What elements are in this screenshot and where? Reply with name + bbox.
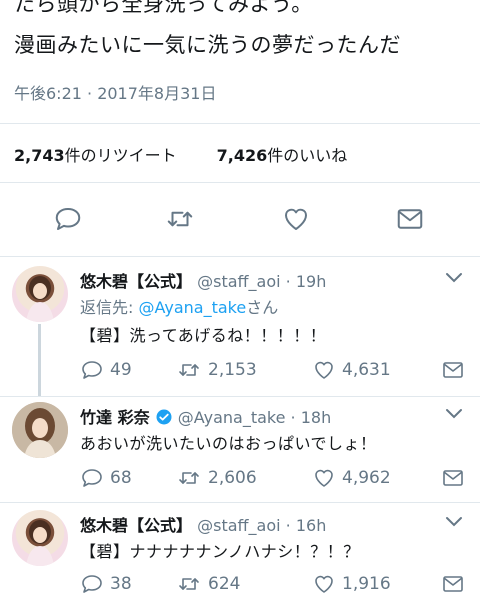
reply-header: 悠木碧【公式】 @staff_aoi · 19h	[80, 268, 326, 292]
retweet-stat[interactable]: 2,743件のリツイート	[14, 146, 177, 165]
divider	[0, 502, 480, 503]
like-count: 4,631	[342, 360, 391, 380]
handle-and-time: @staff_aoi · 16h	[197, 516, 327, 535]
like-button[interactable]: 1,916	[312, 572, 391, 596]
tweet-text-line-2: 漫画みたいに一気に洗うの夢だったんだ	[14, 33, 401, 57]
reply-icon	[82, 469, 102, 487]
chevron-down-icon	[446, 517, 462, 527]
retweet-count: 2,743	[14, 146, 65, 165]
envelope-icon	[397, 209, 423, 229]
reply-button[interactable]	[48, 199, 88, 239]
verified-badge-icon	[156, 409, 172, 425]
envelope-icon	[443, 576, 463, 592]
replying-suffix: さん	[246, 298, 279, 317]
thread-line	[38, 324, 41, 396]
retweet-button[interactable]: 2,153	[176, 358, 257, 382]
reply-button[interactable]: 38	[80, 572, 132, 596]
reply-count: 38	[110, 574, 132, 594]
chevron-down-icon	[446, 409, 462, 419]
replying-prefix: 返信先:	[80, 298, 139, 317]
reply-header: 竹達 彩奈 @Ayana_take · 18h	[80, 404, 331, 428]
handle-and-time: @staff_aoi · 19h	[197, 272, 327, 291]
avatar[interactable]	[12, 510, 68, 566]
like-count: 7,426	[216, 146, 268, 165]
retweet-icon	[179, 472, 199, 484]
tweet-timestamp[interactable]: 午後6:21 · 2017年8月31日	[14, 80, 216, 104]
display-name[interactable]: 悠木碧【公式】	[80, 272, 192, 291]
divider	[0, 182, 480, 183]
like-count: 4,962	[342, 468, 391, 488]
like-button[interactable]: 4,962	[312, 466, 391, 490]
avatar-image	[12, 402, 68, 458]
retweet-icon	[179, 578, 199, 590]
retweet-count: 2,606	[208, 468, 257, 488]
like-count: 1,916	[342, 574, 391, 594]
tweet-stats: 2,743件のリツイート 7,426件のいいね	[14, 142, 347, 166]
reply-text: 【碧】洗ってあげるね！！！！！	[80, 326, 327, 345]
envelope-icon	[443, 362, 463, 378]
more-options[interactable]	[444, 514, 464, 533]
reply-header: 悠木碧【公式】 @staff_aoi · 16h	[80, 512, 326, 536]
more-options[interactable]	[444, 270, 464, 289]
reply-count: 68	[110, 468, 132, 488]
avatar-image	[26, 276, 54, 322]
reply-button[interactable]: 49	[80, 358, 132, 382]
like-button[interactable]	[276, 199, 316, 239]
display-name[interactable]: 悠木碧【公式】	[80, 516, 192, 535]
replying-to: 返信先: @Ayana_takeさん	[80, 294, 278, 318]
retweet-button[interactable]	[160, 199, 200, 239]
retweet-button[interactable]: 624	[176, 572, 240, 596]
divider	[0, 256, 480, 257]
like-button[interactable]: 4,631	[312, 358, 391, 382]
more-options[interactable]	[444, 406, 464, 425]
direct-message-button[interactable]	[440, 358, 472, 382]
retweet-count: 624	[208, 574, 241, 594]
mention-link[interactable]: @Ayana_take	[138, 298, 246, 317]
avatar[interactable]	[12, 402, 68, 458]
retweet-button[interactable]: 2,606	[176, 466, 257, 490]
direct-message-button[interactable]	[390, 199, 430, 239]
reply-icon	[82, 361, 102, 379]
reply-count: 49	[110, 360, 132, 380]
like-label: 件のいいね	[267, 146, 348, 165]
heart-icon	[284, 208, 308, 230]
tweet-text-line-1: たら頭から全身洗ってみよう。	[14, 0, 313, 16]
reply-text: 【碧】ナナナナナンノハナシ！？！？	[80, 542, 360, 561]
retweet-label: 件のリツイート	[64, 146, 177, 165]
like-stat[interactable]: 7,426件のいいね	[217, 146, 348, 165]
retweet-icon	[179, 364, 199, 376]
heart-icon	[315, 361, 333, 379]
chevron-down-icon	[446, 273, 462, 283]
reply-text: あおいが洗いたいのはおっぱいでしょ！	[80, 434, 377, 453]
tweet-action-bar	[0, 199, 480, 239]
direct-message-button[interactable]	[440, 466, 472, 490]
envelope-icon	[443, 470, 463, 486]
handle-and-time: @Ayana_take · 18h	[177, 408, 332, 427]
reply-icon	[55, 208, 81, 230]
reply-icon	[82, 575, 102, 593]
avatar[interactable]	[12, 266, 68, 322]
direct-message-button[interactable]	[440, 572, 472, 596]
retweet-count: 2,153	[208, 360, 257, 380]
divider	[0, 123, 480, 124]
avatar-image	[26, 520, 54, 566]
heart-icon	[315, 469, 333, 487]
reply-button[interactable]: 68	[80, 466, 132, 490]
heart-icon	[315, 575, 333, 593]
divider	[0, 396, 480, 397]
display-name[interactable]: 竹達 彩奈	[80, 408, 150, 427]
retweet-icon	[167, 211, 193, 227]
